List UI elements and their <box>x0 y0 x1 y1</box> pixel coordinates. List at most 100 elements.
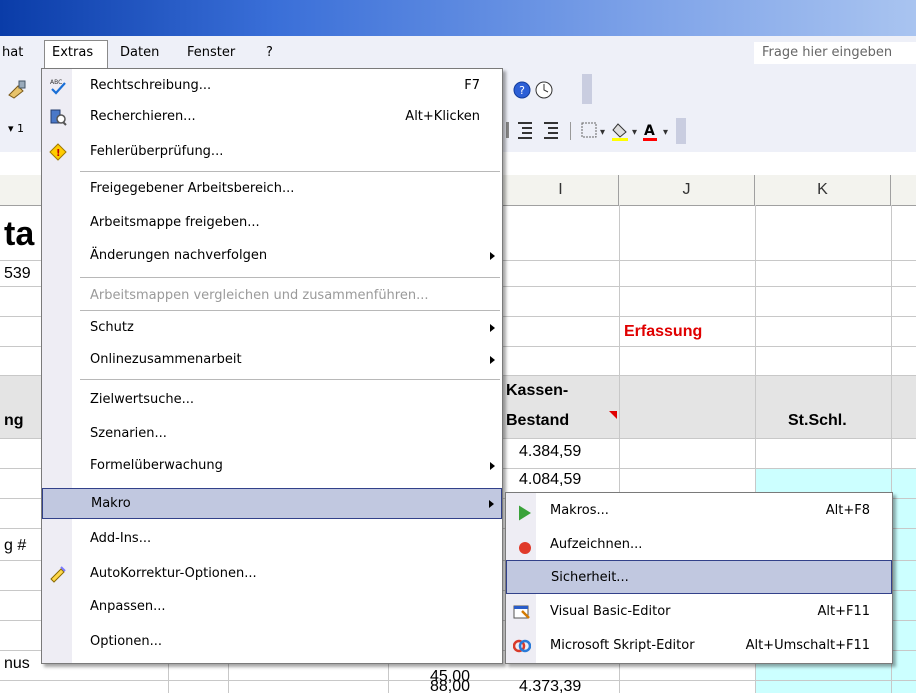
menu-item-compare-merge: Arbeitsmappen vergleichen und zusammenfü… <box>42 281 502 312</box>
nus-partial: nus <box>4 655 30 672</box>
menu-item-research[interactable]: Recherchieren... Alt+Klicken <box>42 102 502 133</box>
record-icon <box>519 542 531 554</box>
menu-item-label: Arbeitsmappe freigeben... <box>90 215 260 230</box>
submenu-arrow-icon <box>490 356 495 364</box>
submenu-item-record[interactable]: Aufzeichnen... <box>506 528 892 562</box>
fill-color-icon <box>612 123 628 141</box>
menu-item-autocorrect[interactable]: AutoKorrektur-Optionen... <box>42 559 502 590</box>
submenu-arrow-icon <box>489 500 494 508</box>
menu-item-label: Formelüberwachung <box>90 458 223 473</box>
menu-item-macro[interactable]: Makro <box>42 488 502 519</box>
submenu-item-label: Microsoft Skript-Editor <box>550 638 695 653</box>
column-header-j[interactable]: J <box>619 175 755 205</box>
menu-help[interactable]: ? <box>266 45 273 61</box>
borders-icon <box>581 122 597 138</box>
menu-item-label: Optionen... <box>90 634 163 649</box>
menu-item-spelling[interactable]: ABC Rechtschreibung... F7 <box>42 71 502 102</box>
column-header-partial[interactable] <box>0 175 46 205</box>
submenu-arrow-icon <box>490 462 495 470</box>
kassen-value-3: 4.373,39 <box>519 678 582 695</box>
menu-format[interactable]: hat <box>2 45 23 61</box>
menu-item-label: Onlinezusammenarbeit <box>90 352 242 367</box>
stschl-label: St.Schl. <box>788 412 847 429</box>
menu-item-label: Rechtschreibung... <box>90 78 212 93</box>
menu-item-scenarios[interactable]: Szenarien... <box>42 419 502 450</box>
menu-item-shortcut: Alt+Klicken <box>405 109 480 124</box>
increase-indent-icon <box>544 122 558 139</box>
menu-item-label: Makro <box>91 496 131 511</box>
menu-item-label: Anpassen... <box>90 599 166 614</box>
submenu-item-label: Aufzeichnen... <box>550 537 643 552</box>
submenu-item-script-editor[interactable]: Microsoft Skript-Editor Alt+Umschalt+F11 <box>506 629 892 663</box>
submenu-item-vb-editor[interactable]: Visual Basic-Editor Alt+F11 <box>506 595 892 629</box>
menu-item-label: Änderungen nachverfolgen <box>90 248 268 263</box>
submenu-item-shortcut: Alt+F11 <box>817 604 870 619</box>
submenu-item-label: Visual Basic-Editor <box>550 604 671 619</box>
title-bar <box>0 0 916 36</box>
menu-item-options[interactable]: Optionen... <box>42 627 502 658</box>
menu-item-protection[interactable]: Schutz <box>42 313 502 344</box>
ng-label-partial: ng <box>4 412 24 429</box>
error-check-icon: ! <box>49 143 67 161</box>
format-painter-icon[interactable] <box>6 78 28 100</box>
erfassung-label: Erfassung <box>624 323 703 340</box>
svg-text:▾: ▾ <box>663 127 668 138</box>
submenu-item-shortcut: Alt+F8 <box>825 503 870 518</box>
menu-daten[interactable]: Daten <box>120 45 159 61</box>
sheet-number-partial: 539 <box>4 265 31 282</box>
menu-item-formula-auditing[interactable]: Formelüberwachung <box>42 451 502 482</box>
column-header-i[interactable]: I <box>503 175 619 205</box>
comment-indicator-icon[interactable] <box>609 411 617 419</box>
submenu-arrow-icon <box>490 252 495 260</box>
research-icon <box>50 109 67 126</box>
ask-question-placeholder: Frage hier eingeben <box>762 45 893 60</box>
menu-item-addins[interactable]: Add-Ins... <box>42 524 502 555</box>
menu-item-share-workbook[interactable]: Arbeitsmappe freigeben... <box>42 208 502 239</box>
menu-item-label: Fehlerüberprüfung... <box>90 144 224 159</box>
left-value-2: 88,00 <box>430 678 471 695</box>
menu-item-online-collab[interactable]: Onlinezusammenarbeit <box>42 345 502 376</box>
kassen-label: Kassen- <box>506 382 569 399</box>
font-size-dropdown-arrow[interactable]: ▾ 1 <box>8 122 24 135</box>
spellcheck-icon: ABC <box>50 79 66 95</box>
menu-separator <box>80 277 500 278</box>
menu-item-goal-seek[interactable]: Zielwertsuche... <box>42 385 502 416</box>
menu-item-error-check[interactable]: ! Fehlerüberprüfung... <box>42 137 502 168</box>
menu-item-shortcut: F7 <box>464 78 480 93</box>
submenu-item-macros[interactable]: Makros... Alt+F8 <box>506 494 892 528</box>
menu-item-label: Freigegebener Arbeitsbereich... <box>90 181 295 196</box>
svg-text:!: ! <box>56 148 61 159</box>
kassen-value-2: 4.084,59 <box>519 471 582 488</box>
submenu-item-label: Makros... <box>550 503 609 518</box>
help-icon[interactable]: ? <box>512 80 532 100</box>
svg-text:▾: ▾ <box>632 127 637 138</box>
svg-text:?: ? <box>519 84 525 97</box>
submenu-arrow-icon <box>490 324 495 332</box>
sheet-title-partial: ta <box>4 215 35 253</box>
menu-separator <box>80 310 500 311</box>
format-toolbar-right: ▾ ▾ A ▾ <box>506 118 686 144</box>
decrease-indent-icon <box>518 122 532 139</box>
menu-extras[interactable]: Extras <box>52 45 93 61</box>
menu-item-label: Zielwertsuche... <box>90 392 194 407</box>
svg-text:A: A <box>644 123 655 139</box>
menu-item-shared-workspace[interactable]: Freigegebener Arbeitsbereich... <box>42 174 502 205</box>
g-hash-partial: g # <box>4 537 27 554</box>
menu-item-label: AutoKorrektur-Optionen... <box>90 566 257 581</box>
menu-item-customize[interactable]: Anpassen... <box>42 592 502 623</box>
toolbar-overflow[interactable] <box>582 74 592 104</box>
menu-item-label: Arbeitsmappen vergleichen und zusammenfü… <box>90 288 429 303</box>
column-header-k[interactable]: K <box>755 175 891 205</box>
menu-fenster[interactable]: Fenster <box>187 45 235 61</box>
autocorrect-icon <box>50 566 66 583</box>
menu-separator <box>80 171 500 172</box>
menu-item-label: Szenarien... <box>90 426 167 441</box>
bestand-label: Bestand <box>506 412 570 429</box>
vb-editor-icon <box>513 605 530 619</box>
menu-separator <box>80 379 500 380</box>
submenu-item-security[interactable]: Sicherheit... <box>506 560 892 594</box>
menu-item-track-changes[interactable]: Änderungen nachverfolgen <box>42 241 502 272</box>
menu-item-label: Recherchieren... <box>90 109 196 124</box>
clock-icon[interactable] <box>534 80 554 100</box>
svg-text:▾: ▾ <box>600 127 605 138</box>
